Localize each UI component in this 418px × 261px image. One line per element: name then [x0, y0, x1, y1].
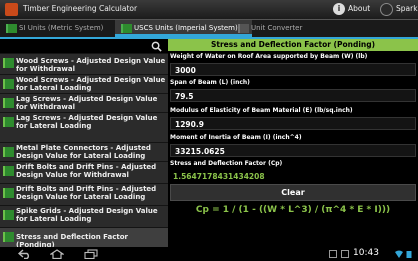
- sparkle-icon: [380, 3, 393, 16]
- notification-icon[interactable]: [341, 250, 349, 258]
- about-label: About: [348, 4, 371, 13]
- weight-value: 3000: [175, 66, 196, 75]
- book-icon: [3, 98, 14, 108]
- formula-text: Cp = 1 / (1 - ((W * L^3) / (π^4 * E * I)…: [195, 205, 391, 215]
- about-button[interactable]: i About: [333, 2, 375, 17]
- form-title: Stress and Deflection Factor (Ponding): [168, 39, 418, 51]
- list-item-label: Drift Bolts and Drift Pins - Adjusted De…: [16, 163, 157, 179]
- field-label-weight: Weight of Water on Roof Area supported b…: [170, 53, 368, 60]
- tab-unit-converter[interactable]: Unit Converter: [232, 20, 369, 37]
- sparkle-label: Sparkle: [396, 4, 418, 13]
- book-icon: [3, 166, 14, 176]
- list-item-label: Stress and Deflection Factor (Ponding): [16, 233, 128, 247]
- list-item-label: Spike Grids - Adjusted Design Value for …: [16, 207, 158, 223]
- recent-apps-icon[interactable]: [84, 249, 98, 259]
- field-label-span: Span of Beam (L) (inch): [170, 79, 250, 86]
- list-item[interactable]: Metal Plate Connectors - Adjusted Design…: [0, 142, 168, 161]
- search-icon[interactable]: [151, 41, 162, 52]
- weight-input[interactable]: 3000: [170, 63, 416, 76]
- tab-label: SI Units (Metric System): [19, 24, 104, 32]
- search-row: [0, 39, 168, 54]
- list-item-label: Drift Bolts and Drift Pins - Adjusted De…: [16, 185, 157, 201]
- result-value: 1.5647178431434208: [173, 172, 265, 181]
- list-item[interactable]: Drift Bolts and Drift Pins - Adjusted De…: [0, 183, 168, 202]
- list-item[interactable]: Wood Screws - Adjusted Design Value for …: [0, 53, 168, 74]
- list-item[interactable]: Spike Grids - Adjusted Design Value for …: [0, 205, 168, 224]
- clock: 10:43: [353, 248, 379, 258]
- info-icon: i: [333, 3, 345, 15]
- list-item[interactable]: Wood Screws - Adjusted Design Value for …: [0, 74, 168, 93]
- book-icon: [121, 24, 132, 33]
- formula-list: Wood Screws - Adjusted Design Value for …: [0, 39, 168, 247]
- list-item[interactable]: Drift Bolts and Drift Pins - Adjusted De…: [0, 161, 168, 180]
- list-item[interactable]: Lag Screws - Adjusted Design Value for L…: [0, 112, 168, 131]
- app-title: Timber Engineering Calculator: [23, 4, 138, 13]
- inertia-value: 33215.0625: [175, 147, 225, 156]
- modulus-input[interactable]: 1290.9: [170, 117, 416, 130]
- inertia-input[interactable]: 33215.0625: [170, 144, 416, 157]
- calculator-form: Stress and Deflection Factor (Ponding) W…: [168, 39, 418, 247]
- book-icon: [3, 79, 14, 89]
- field-label-modulus: Modulus of Elasticity of Beam Material (…: [170, 107, 353, 114]
- tab-label: USCS Units (Imperial System): [134, 24, 238, 32]
- book-icon: [3, 232, 14, 242]
- field-label-inertia: Moment of Inertia of Beam (I) (inch^4): [170, 134, 302, 141]
- book-icon: [3, 188, 14, 198]
- book-icon: [3, 117, 14, 127]
- tab-label: Unit Converter: [251, 24, 303, 32]
- list-item-label: Wood Screws - Adjusted Design Value for …: [16, 57, 166, 73]
- list-item-label: Lag Screws - Adjusted Design Value for L…: [16, 114, 158, 130]
- app-icon: [5, 3, 18, 16]
- list-item-selected[interactable]: Stress and Deflection Factor (Ponding): [0, 227, 168, 247]
- list-item-label: Lag Screws - Adjusted Design Value for W…: [16, 95, 158, 111]
- book-icon: [6, 24, 17, 33]
- list-item[interactable]: Lag Screws - Adjusted Design Value for W…: [0, 93, 168, 112]
- modulus-value: 1290.9: [175, 120, 204, 129]
- book-icon: [3, 58, 14, 68]
- span-input[interactable]: 79.5: [170, 89, 416, 102]
- sparkle-button[interactable]: Sparkle: [380, 2, 418, 17]
- list-item-label: Metal Plate Connectors - Adjusted Design…: [16, 144, 151, 160]
- list-item-label: Wood Screws - Adjusted Design Value for …: [16, 76, 166, 92]
- result-label: Stress and Deflection Factor (Cp): [170, 160, 283, 167]
- wifi-icon: [395, 250, 403, 258]
- converter-icon: [238, 24, 249, 33]
- book-icon: [3, 147, 14, 157]
- clear-button[interactable]: Clear: [170, 184, 416, 201]
- system-nav-bar: 10:43: [0, 247, 418, 261]
- battery-icon: [406, 251, 412, 258]
- back-icon[interactable]: [18, 249, 32, 259]
- tab-bar: SI Units (Metric System) USCS Units (Imp…: [0, 20, 418, 39]
- notification-icon[interactable]: [329, 250, 337, 258]
- span-value: 79.5: [175, 92, 194, 101]
- home-icon[interactable]: [50, 249, 64, 259]
- book-icon: [3, 210, 14, 220]
- title-bar: Timber Engineering Calculator i About Sp…: [0, 0, 418, 20]
